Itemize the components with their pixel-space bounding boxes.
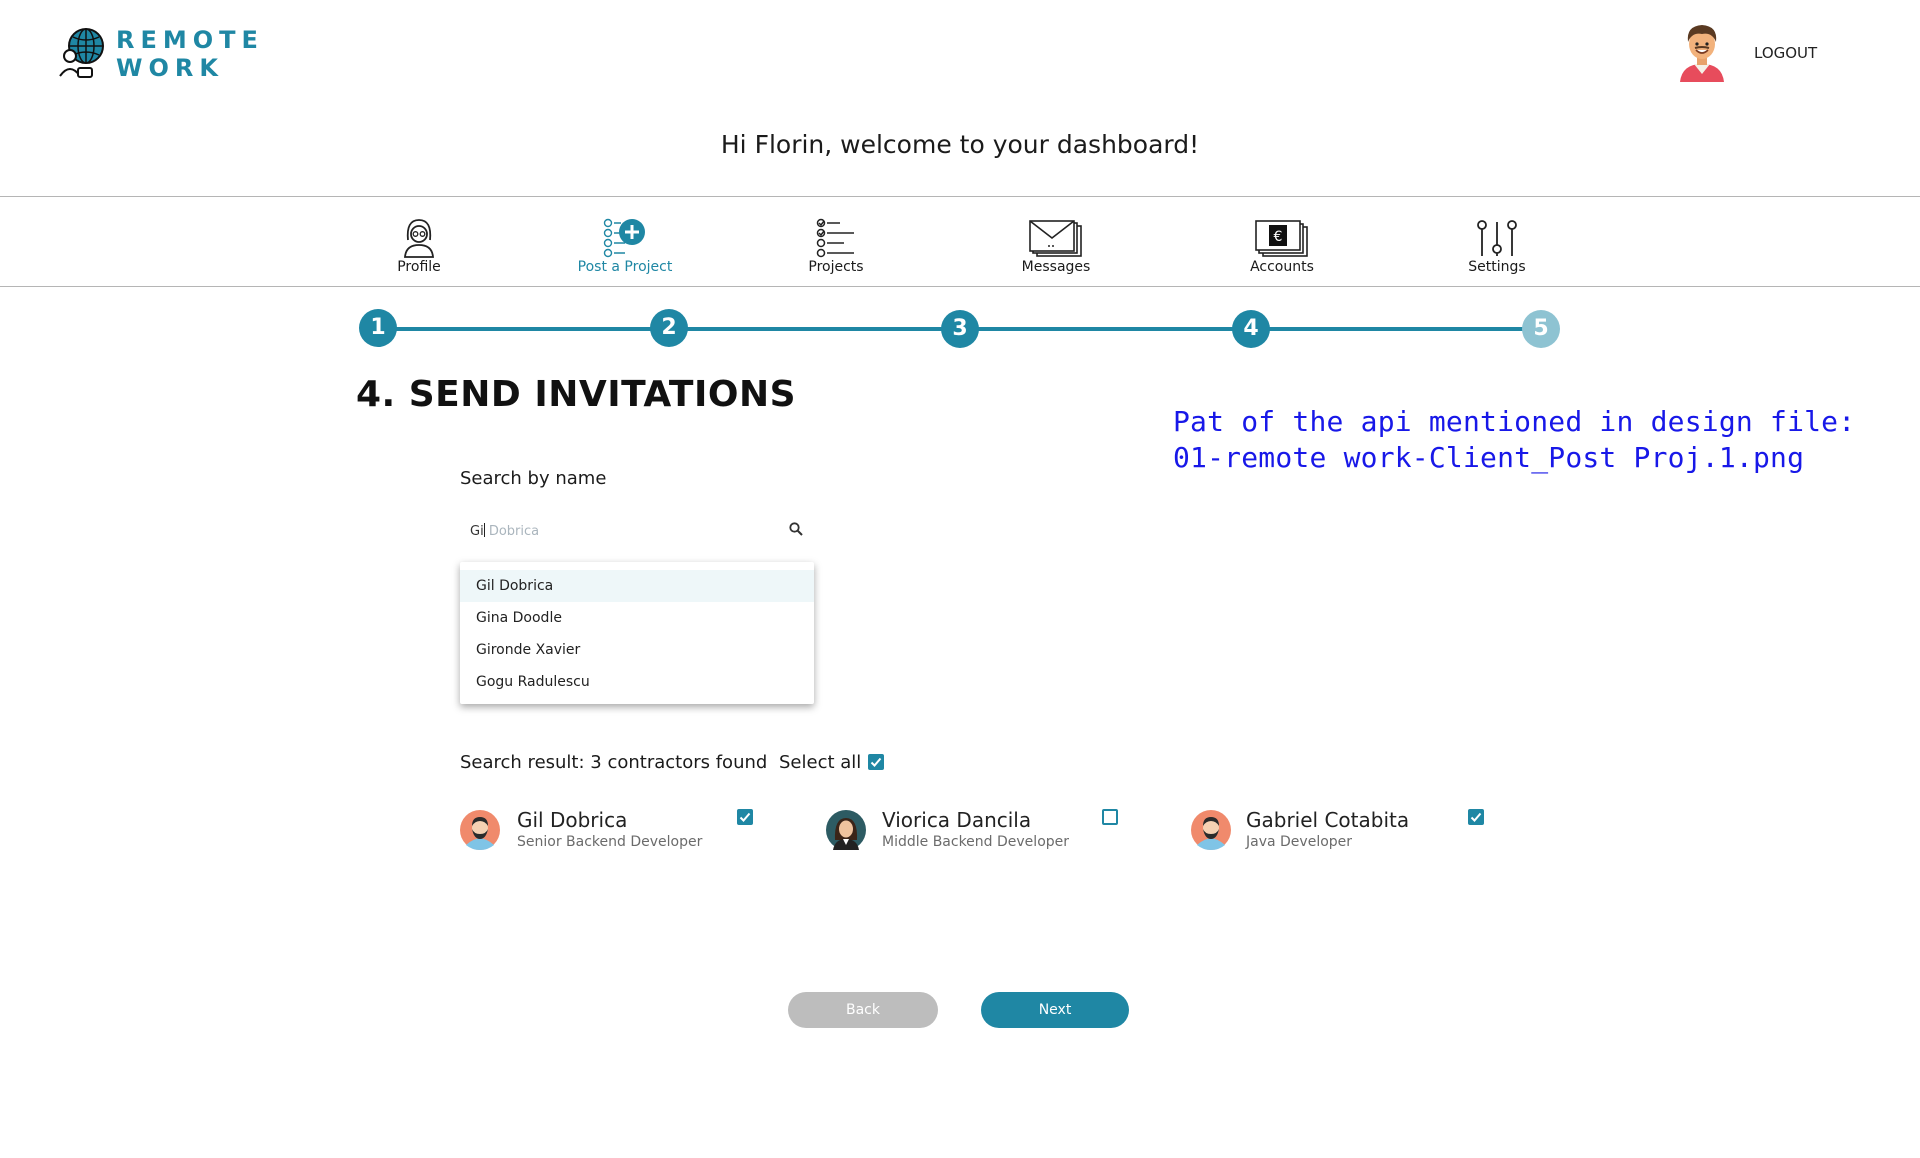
search-label: Search by name: [460, 468, 607, 489]
design-note: Pat of the api mentioned in design file:…: [1173, 404, 1855, 476]
select-all-checkbox[interactable]: [868, 754, 884, 770]
sliders-icon: [1477, 220, 1517, 256]
step-1: 1: [359, 309, 397, 347]
logo-text: REMOTE WORK: [116, 26, 264, 82]
contractor-name: Gabriel Cotabita: [1246, 808, 1410, 832]
nav-settings-label: Settings: [1468, 259, 1526, 275]
contractor-role: Middle Backend Developer: [882, 834, 1070, 850]
svg-text:€: €: [1274, 229, 1283, 245]
step-2: 2: [650, 309, 688, 347]
contractor-checkbox[interactable]: [1468, 809, 1484, 825]
nav-post-project[interactable]: Post a Project: [545, 212, 705, 275]
contractor-card[interactable]: Gabriel Cotabita Java Developer: [1191, 808, 1511, 852]
search-input-text[interactable]: Gi Dobrica: [470, 523, 539, 539]
contractor-card[interactable]: Gil Dobrica Senior Backend Developer: [460, 808, 780, 852]
next-button[interactable]: Next: [981, 992, 1129, 1028]
nav-messages[interactable]: Messages: [976, 212, 1136, 275]
logo-line-2: WORK: [116, 54, 224, 82]
suggestion-item[interactable]: Gina Doodle: [460, 602, 814, 634]
money-icon: €: [1255, 220, 1308, 257]
nav-projects[interactable]: Projects: [756, 212, 916, 275]
step-3: 3: [941, 310, 979, 348]
post-project-icon: [603, 218, 645, 258]
text-caret: [483, 523, 485, 537]
contractor-checkbox[interactable]: [737, 809, 753, 825]
nav-profile[interactable]: Profile: [339, 212, 499, 275]
search-suggestions-dropdown: Gil Dobrica Gina Doodle Gironde Xavier G…: [460, 562, 814, 704]
globe-logo-icon: [59, 28, 104, 78]
nav-accounts-label: Accounts: [1250, 259, 1314, 275]
profile-icon: [404, 219, 434, 258]
contractor-avatar: [826, 810, 866, 850]
contractor-name: Viorica Dancila: [882, 808, 1032, 832]
nav-settings[interactable]: Settings: [1417, 212, 1577, 275]
back-button[interactable]: Back: [788, 992, 938, 1028]
design-note-line-1: Pat of the api mentioned in design file:: [1173, 405, 1856, 438]
suggestion-item[interactable]: Gil Dobrica: [460, 570, 814, 602]
design-note-line-2: 01-remote work-Client_Post Proj.1.png: [1173, 441, 1805, 474]
nav-projects-label: Projects: [808, 259, 864, 275]
search-typed-text: Gi: [470, 524, 484, 539]
nav-top-divider: [0, 196, 1920, 197]
checkmark-icon: [1470, 812, 1482, 822]
welcome-message: Hi Florin, welcome to your dashboard!: [720, 130, 1200, 159]
contractor-avatar: [460, 810, 500, 850]
contractor-role: Senior Backend Developer: [517, 834, 703, 850]
checkmark-icon: [739, 812, 751, 822]
search-icon[interactable]: [788, 521, 804, 537]
logo-line-1: REMOTE: [116, 26, 264, 54]
user-avatar[interactable]: [1674, 22, 1730, 82]
suggestion-item[interactable]: Gogu Radulescu: [460, 666, 814, 698]
contractor-avatar: [1191, 810, 1231, 850]
contractor-role: Java Developer: [1246, 834, 1353, 850]
search-autocomplete-hint: Dobrica: [488, 524, 540, 539]
step-4: 4: [1232, 310, 1270, 348]
nav-post-project-label: Post a Project: [577, 259, 673, 275]
nav-accounts[interactable]: € Accounts: [1202, 212, 1362, 275]
checkmark-icon: [870, 757, 882, 767]
select-all-label: Select all: [779, 752, 862, 773]
search-result-summary: Search result: 3 contractors found: [460, 752, 768, 773]
nav-bottom-divider: [0, 286, 1920, 287]
checklist-icon: [816, 218, 854, 258]
contractor-card[interactable]: Viorica Dancila Middle Backend Developer: [826, 808, 1146, 852]
envelope-icon: [1029, 220, 1082, 257]
nav-profile-label: Profile: [397, 259, 441, 275]
nav-messages-label: Messages: [1021, 259, 1091, 275]
logout-link[interactable]: LOGOUT: [1754, 44, 1817, 62]
contractor-checkbox[interactable]: [1102, 809, 1118, 825]
suggestion-item[interactable]: Gironde Xavier: [460, 634, 814, 666]
step-5: 5: [1522, 310, 1560, 348]
page-title: 4. SEND INVITATIONS: [356, 374, 797, 415]
contractor-name: Gil Dobrica: [517, 808, 628, 832]
